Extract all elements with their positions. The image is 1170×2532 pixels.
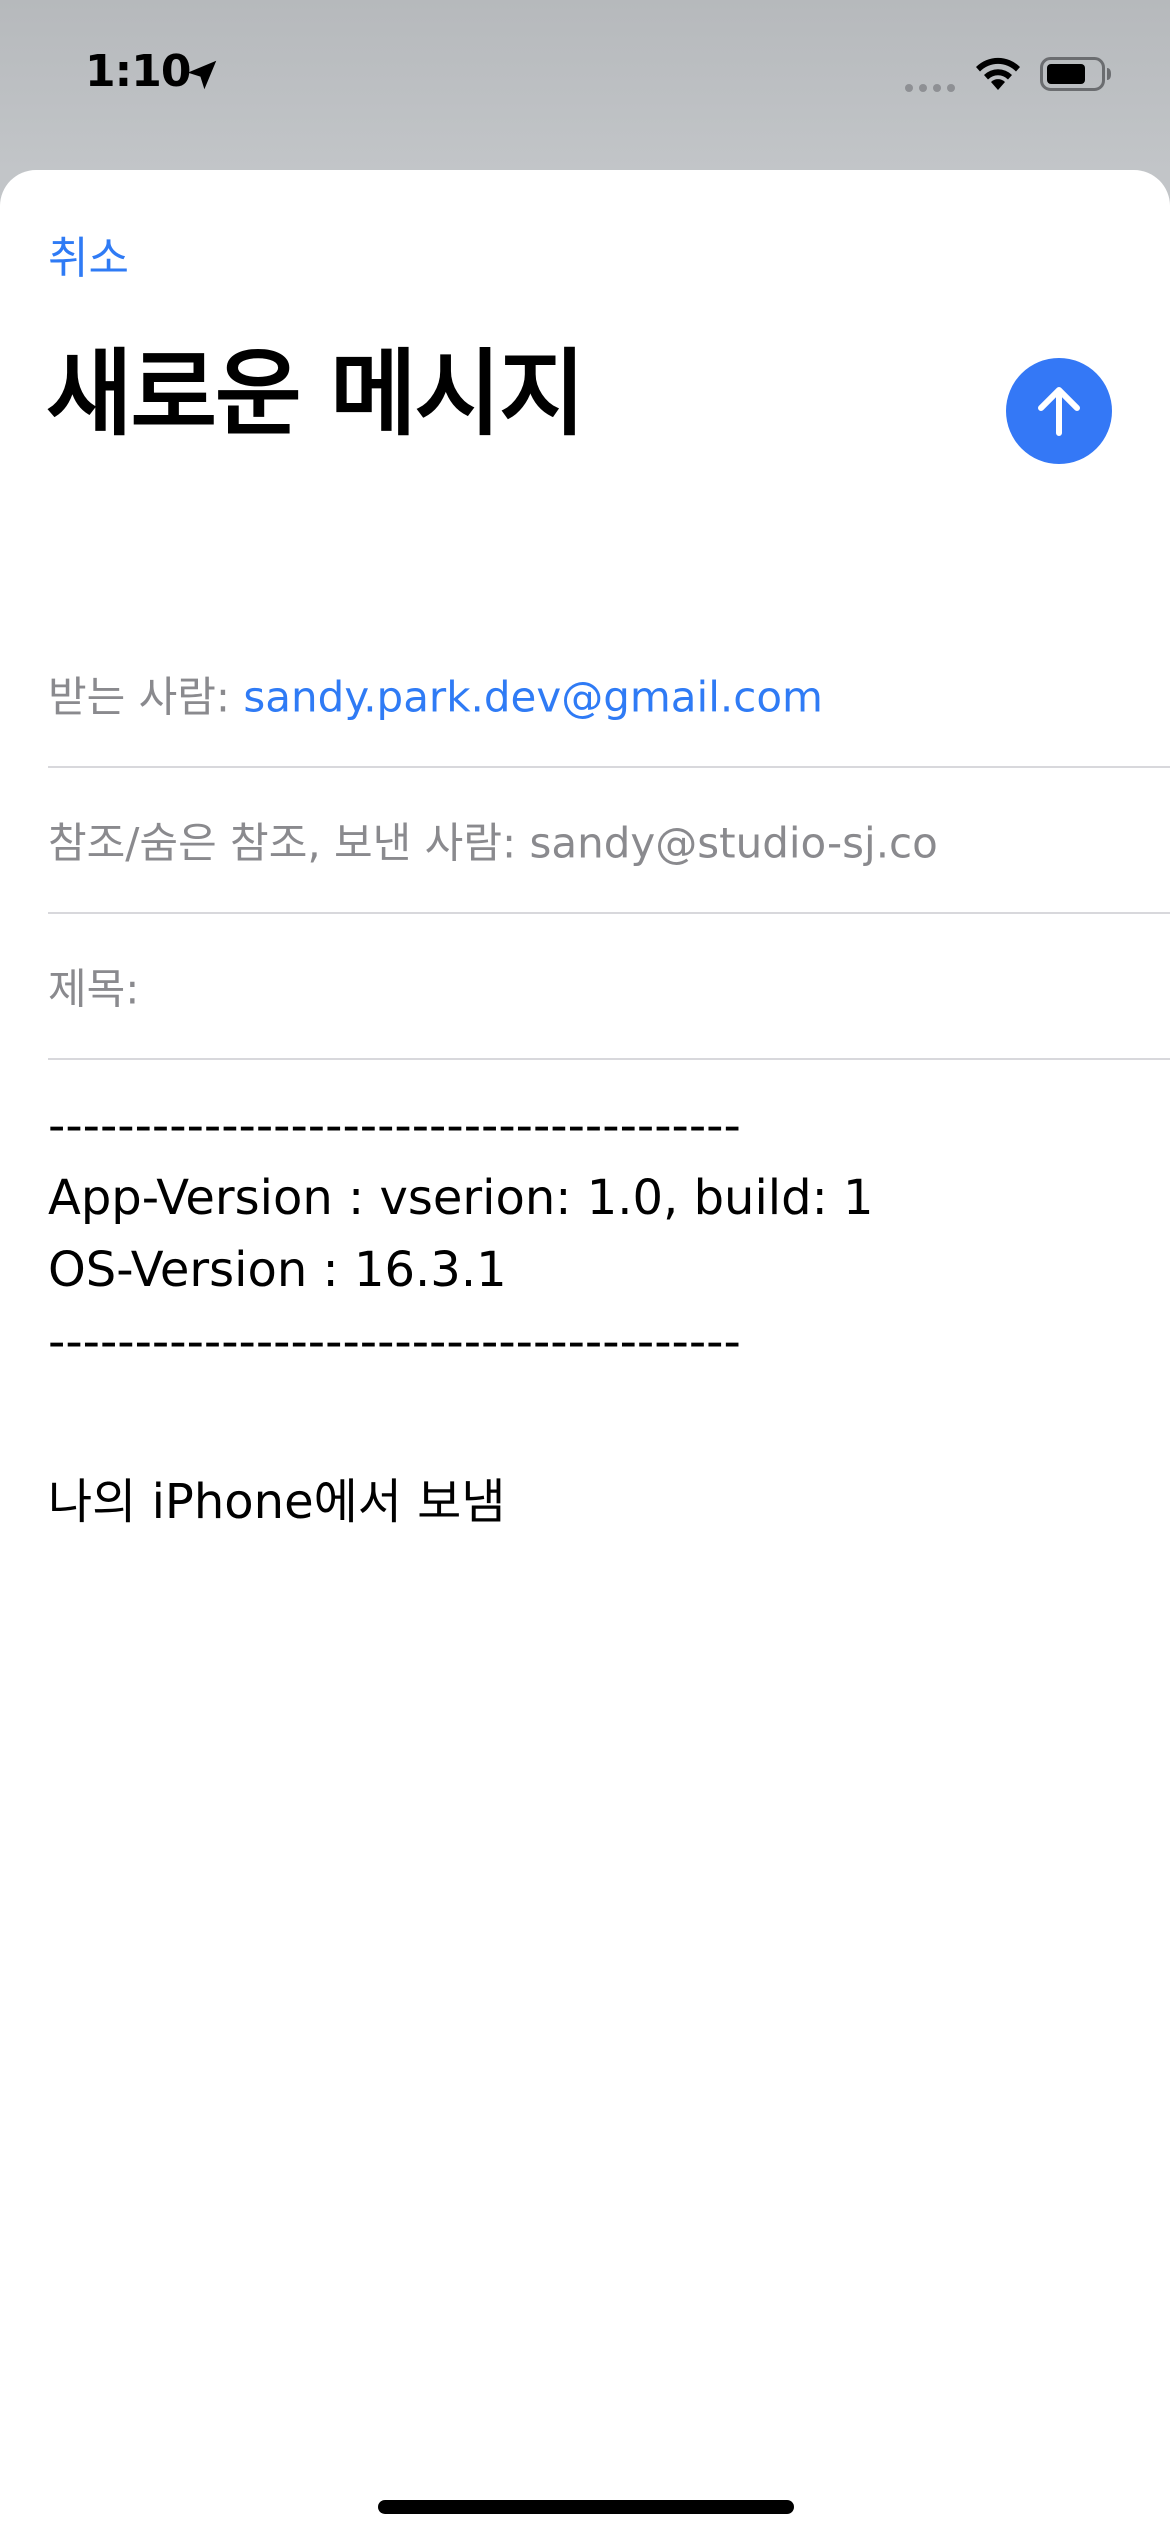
- wifi-icon: [976, 57, 1020, 90]
- status-time: 1:10: [85, 46, 191, 97]
- page-title: 새로운 메시지: [46, 340, 586, 449]
- to-label: 받는 사람:: [48, 672, 231, 722]
- mail-compose-screen: 1:10 취소 새로운 메시지 받는 사람: sandy.park.dev@gm…: [0, 0, 1170, 2532]
- cancel-button[interactable]: 취소: [48, 222, 129, 286]
- status-bar: 1:10: [0, 0, 1170, 150]
- battery-icon: [1040, 57, 1111, 91]
- arrow-up-icon: [1038, 387, 1080, 436]
- send-button[interactable]: [1006, 358, 1112, 464]
- compose-sheet: 취소 새로운 메시지 받는 사람: sandy.park.dev@gmail.c…: [0, 170, 1170, 2532]
- home-indicator[interactable]: [378, 2500, 794, 2514]
- subject-field[interactable]: 제목:: [48, 914, 1170, 1060]
- body-line: ----------------------------------------: [48, 1314, 741, 1370]
- body-line: ----------------------------------------: [48, 1098, 741, 1154]
- body-line: App-Version : vserion: 1.0, build: 1: [48, 1170, 874, 1226]
- cellular-signal-icon: [905, 84, 955, 92]
- recipient-address[interactable]: sandy.park.dev@gmail.com: [243, 673, 823, 722]
- message-body[interactable]: ----------------------------------------…: [48, 1090, 1128, 1378]
- location-arrow-icon: [187, 60, 217, 90]
- cc-bcc-from-field[interactable]: 참조/숨은 참조, 보낸 사람: sandy@studio-sj.co: [48, 768, 1170, 914]
- cc-bcc-from-label: 참조/숨은 참조, 보낸 사람:: [48, 818, 517, 868]
- sender-address[interactable]: sandy@studio-sj.co: [529, 819, 937, 868]
- subject-label: 제목:: [48, 964, 140, 1014]
- to-field[interactable]: 받는 사람: sandy.park.dev@gmail.com: [48, 622, 1170, 768]
- signature: 나의 iPhone에서 보냄: [48, 1474, 506, 1530]
- body-line: OS-Version : 16.3.1: [48, 1242, 507, 1298]
